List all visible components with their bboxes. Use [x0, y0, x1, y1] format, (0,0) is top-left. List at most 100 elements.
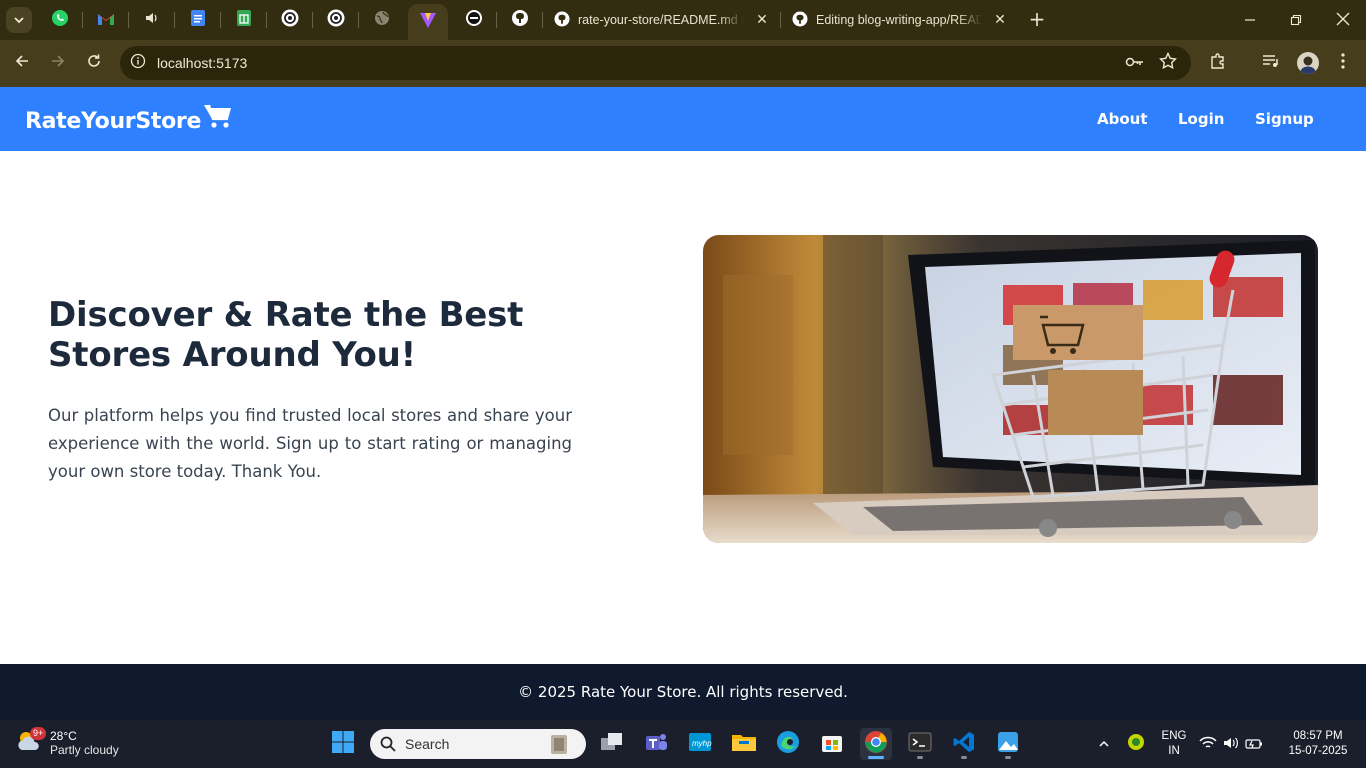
start-button[interactable] [327, 728, 359, 760]
pinned-tab-dark[interactable] [462, 8, 486, 32]
network-volume-battery[interactable] [1196, 728, 1266, 760]
more-vertical-icon [1341, 53, 1345, 73]
search-icon [380, 736, 396, 756]
playlist-icon [1262, 53, 1280, 73]
folder-icon [731, 731, 757, 757]
media-controls-button[interactable] [1260, 52, 1282, 74]
new-tab-button[interactable]: + [1026, 9, 1048, 31]
hero-description: Our platform helps you find trusted loca… [48, 406, 572, 481]
site-info-button[interactable] [128, 53, 148, 73]
volume-icon [1223, 735, 1239, 754]
tab-editing-blog[interactable]: Editing blog-writing-app/READM ✕ [792, 0, 1008, 40]
store-icon [820, 730, 844, 758]
myhp-app[interactable]: myhp [684, 728, 716, 760]
extensions-button[interactable] [1207, 52, 1229, 74]
whatsapp-icon [51, 9, 69, 31]
google-docs-icon [190, 9, 206, 31]
nav-signup-link[interactable]: Signup [1255, 110, 1314, 128]
task-view-icon [600, 732, 624, 756]
back-button[interactable] [10, 51, 34, 75]
github-icon [511, 9, 529, 31]
battery-icon [1245, 735, 1263, 754]
hero-image-shopping-cart-laptop [703, 235, 1318, 543]
pinned-tab-chatgpt-2[interactable] [324, 8, 348, 32]
browser-toolbar: localhost:5173 [0, 40, 1366, 87]
url-text: localhost:5173 [157, 55, 248, 71]
show-hidden-icons-button[interactable] [1088, 728, 1120, 760]
dark-circle-icon [465, 9, 483, 31]
file-explorer-app[interactable] [728, 728, 760, 760]
footer-copyright: © 2025 Rate Your Store. All rights reser… [518, 683, 848, 701]
puzzle-icon [1209, 52, 1227, 74]
pinned-tab-sheets[interactable] [232, 8, 256, 32]
restore-button[interactable] [1284, 8, 1308, 32]
profile-avatar[interactable] [1297, 52, 1319, 74]
pinned-tab-github[interactable] [508, 8, 532, 32]
tray-app-icon[interactable] [1120, 728, 1152, 760]
brand-logo[interactable]: RateYourStore [25, 104, 233, 135]
pinned-tab-chatgpt-1[interactable] [278, 8, 302, 32]
weather-widget[interactable]: 9+ 28°C Partly cloudy [14, 727, 119, 758]
teams-app[interactable] [640, 728, 672, 760]
task-view-button[interactable] [596, 728, 628, 760]
tab-readme[interactable]: rate-your-store/README.md at ✕ [554, 0, 770, 40]
password-key-button[interactable] [1125, 53, 1145, 73]
google-sheets-icon [236, 9, 252, 31]
pinned-tab-gmail[interactable] [94, 8, 118, 32]
vite-icon [419, 11, 437, 33]
photos-app[interactable] [992, 728, 1024, 760]
star-icon [1158, 51, 1178, 74]
terminal-app[interactable] [904, 728, 936, 760]
gmail-icon [97, 11, 115, 30]
restore-icon [1290, 11, 1302, 30]
taskbar-search-box[interactable]: Search [370, 729, 586, 759]
teams-icon [644, 731, 668, 757]
tray-status-icon [1127, 733, 1145, 755]
forward-button[interactable] [46, 51, 70, 75]
nav-login-link[interactable]: Login [1178, 110, 1224, 128]
terminal-icon [908, 731, 932, 757]
nav-about-link[interactable]: About [1097, 110, 1148, 128]
pinned-tab-globe[interactable] [370, 8, 394, 32]
weather-description: Partly cloudy [50, 743, 119, 757]
search-highlight-image-icon [548, 733, 570, 759]
bookmark-button[interactable] [1158, 51, 1178, 74]
wifi-icon [1199, 735, 1217, 754]
minimize-button[interactable] [1238, 8, 1262, 32]
tab-search-button[interactable] [6, 7, 32, 33]
pinned-tab-docs[interactable] [186, 8, 210, 32]
chrome-app[interactable] [860, 728, 892, 760]
close-icon[interactable]: ✕ [754, 12, 770, 28]
speaker-icon [144, 10, 160, 30]
openai-icon [327, 9, 345, 31]
svg-text:myhp: myhp [692, 739, 712, 748]
pinned-tab-whatsapp[interactable] [48, 8, 72, 32]
myhp-icon: myhp [688, 731, 712, 757]
pinned-tab-vite-active[interactable] [408, 4, 448, 40]
microsoft-store-app[interactable] [816, 728, 848, 760]
close-window-button[interactable] [1331, 8, 1355, 32]
clock-date: 15-07-2025 [1288, 745, 1348, 757]
info-icon [130, 53, 146, 73]
github-icon [792, 11, 808, 30]
close-icon [1336, 11, 1350, 30]
brand-name: RateYourStore [25, 108, 202, 134]
globe-icon [374, 10, 390, 30]
language-indicator[interactable]: ENG IN [1158, 729, 1190, 759]
reload-icon [86, 53, 102, 73]
close-icon[interactable]: ✕ [992, 12, 1008, 28]
address-bar[interactable]: localhost:5173 [120, 46, 1191, 80]
reload-button[interactable] [82, 51, 106, 75]
clock[interactable]: 08:57 PM 15-07-2025 [1278, 729, 1358, 759]
clock-time: 08:57 PM [1293, 730, 1343, 742]
browser-tab-strip: rate-your-store/README.md at ✕ Editing b… [0, 0, 1366, 40]
github-icon [554, 11, 570, 30]
tab-title: Editing blog-writing-app/READM [816, 13, 982, 27]
vscode-app[interactable] [948, 728, 980, 760]
key-icon [1125, 54, 1145, 73]
chrome-menu-button[interactable] [1332, 52, 1354, 74]
pinned-tab-audio[interactable] [140, 8, 164, 32]
notification-badge: 9+ [30, 727, 47, 740]
arrow-left-icon [14, 53, 30, 73]
edge-app[interactable] [772, 728, 804, 760]
